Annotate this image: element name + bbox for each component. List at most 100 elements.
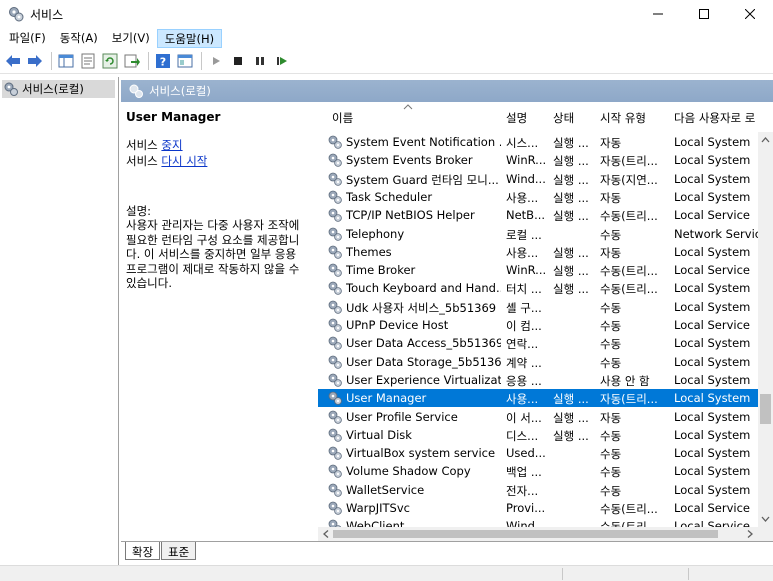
scroll-left-icon[interactable]	[320, 527, 332, 541]
service-startup-cell: 자동(지연...	[600, 172, 658, 187]
service-startup-cell: 수동	[600, 227, 622, 242]
export-list-button[interactable]	[122, 51, 142, 71]
status-separator	[562, 568, 563, 580]
service-logon-cell: Local System	[674, 171, 751, 186]
start-service-button[interactable]	[206, 51, 226, 71]
scroll-down-icon[interactable]	[758, 513, 773, 525]
play-icon	[213, 56, 220, 65]
column-header-status[interactable]: 상태	[553, 110, 574, 126]
service-row[interactable]: User Profile Service 이 서... 실행 ... 자동 Local …	[318, 408, 758, 426]
vertical-scroll-thumb[interactable]	[760, 394, 771, 424]
restart-icon	[277, 56, 287, 65]
toolbar: ?	[0, 48, 773, 74]
service-status-cell: 실행 ...	[553, 282, 589, 297]
services-gear-icon	[129, 84, 143, 98]
service-name-cell: User Data Storage_5b51369	[346, 354, 501, 369]
service-row[interactable]: Virtual Disk 디스... 실행 ... 수동 Local System	[318, 426, 758, 444]
column-header-description[interactable]: 설명	[506, 110, 527, 126]
service-gear-icon	[328, 172, 342, 186]
service-row[interactable]: System Events Broker WinR... 실행 ... 자동(트리..…	[318, 151, 758, 169]
service-row[interactable]: Time Broker WinR... 실행 ... 수동(트리... Local Se…	[318, 261, 758, 279]
scroll-up-icon[interactable]	[758, 134, 773, 146]
stop-icon	[234, 56, 242, 65]
menu-file[interactable]: 파일(F)	[2, 29, 53, 48]
scroll-right-icon[interactable]	[744, 527, 756, 541]
stop-service-link[interactable]: 중지	[161, 138, 182, 152]
pause-service-button[interactable]	[250, 51, 270, 71]
service-row[interactable]: User Manager 사용... 실행 ... 자동(트리... Local Sys…	[318, 389, 758, 408]
service-gear-icon	[328, 501, 342, 515]
service-status-cell: 실행 ...	[553, 209, 589, 224]
menu-help[interactable]: 도움말(H)	[156, 28, 223, 48]
service-row[interactable]: WarpJITSvc Provi... 수동(트리... Local Service	[318, 499, 758, 517]
service-row[interactable]: VirtualBox system service Used... 수동 Local …	[318, 444, 758, 462]
svg-text:?: ?	[160, 55, 166, 68]
refresh-button[interactable]	[100, 51, 120, 71]
service-name-cell: System Event Notification ...	[346, 135, 501, 149]
service-startup-cell: 자동	[600, 410, 622, 425]
service-name-cell: User Profile Service	[346, 409, 458, 424]
restart-service-link[interactable]: 다시 시작	[161, 154, 207, 168]
service-row[interactable]: UPnP Device Host 이 컴... 수동 Local Service	[318, 316, 758, 334]
service-row[interactable]: User Data Access_5b51369 연락... 수동 Local Sys…	[318, 334, 758, 352]
service-row[interactable]: User Data Storage_5b51369 계약 ... 수동 Local S…	[318, 353, 758, 371]
pause-icon	[256, 56, 264, 65]
service-startup-cell: 수동	[600, 465, 622, 480]
help-button[interactable]: ?	[153, 51, 173, 71]
service-logon-cell: Local System	[674, 391, 751, 406]
service-row[interactable]: System Guard 런타임 모니... Wind... 실행 ... 자동(지연…	[318, 170, 758, 188]
properties-button[interactable]	[78, 51, 98, 71]
vertical-scrollbar[interactable]	[758, 132, 773, 541]
service-status-cell: 실행 ...	[553, 410, 589, 425]
help-icon: ?	[156, 53, 170, 68]
stop-service-button[interactable]	[228, 51, 248, 71]
column-header-logon[interactable]: 다음 사용자로 로	[674, 110, 758, 126]
column-header-startup-type[interactable]: 시작 유형	[600, 110, 646, 126]
service-name-cell: Touch Keyboard and Hand...	[346, 281, 501, 296]
show-tree-button[interactable]	[56, 51, 76, 71]
close-button[interactable]	[727, 0, 773, 28]
service-row[interactable]: Udk 사용자 서비스_5b51369 셸 구... 수동 Local System	[318, 298, 758, 316]
service-name-cell: UPnP Device Host	[346, 318, 449, 332]
restart-service-line: 서비스 다시 시작	[126, 154, 313, 168]
forward-button[interactable]	[25, 51, 45, 71]
console-view-button[interactable]	[175, 51, 195, 71]
column-header-name[interactable]: 이름	[332, 110, 353, 126]
refresh-icon	[102, 53, 118, 68]
service-logon-cell: Local System	[674, 446, 751, 461]
service-description-cell: 전자...	[506, 483, 539, 498]
service-startup-cell: 수동	[600, 300, 622, 315]
service-logon-cell: Local Service	[674, 501, 750, 515]
service-logon-cell: Local Service	[674, 208, 750, 223]
service-row[interactable]: Task Scheduler 사용... 실행 ... 자동 Local System	[318, 188, 758, 206]
service-description-cell: Used...	[506, 446, 546, 461]
service-row[interactable]: Touch Keyboard and Hand... 터치 ... 실행 ... 수동…	[318, 279, 758, 297]
service-gear-icon	[328, 373, 342, 387]
horizontal-scrollbar[interactable]	[318, 527, 758, 541]
menu-action[interactable]: 동작(A)	[53, 29, 105, 48]
service-row[interactable]: System Event Notification ... 시스... 실행 ...…	[318, 133, 758, 151]
horizontal-scroll-thumb[interactable]	[333, 530, 718, 538]
menu-view[interactable]: 보기(V)	[105, 29, 157, 48]
service-row[interactable]: Themes 사용... 실행 ... 자동 Local System	[318, 243, 758, 261]
service-row[interactable]: TCP/IP NetBIOS Helper NetB... 실행 ... 수동(트리.…	[318, 206, 758, 224]
service-name-cell: System Guard 런타임 모니...	[346, 172, 499, 187]
properties-icon	[81, 53, 95, 68]
tree-item-services-local[interactable]: 서비스(로컬)	[2, 80, 115, 98]
service-row[interactable]: User Experience Virtualizati... 응용 ... 사용 …	[318, 371, 758, 389]
service-logon-cell: Local System	[674, 464, 751, 479]
service-gear-icon	[328, 355, 342, 369]
close-icon	[745, 9, 755, 19]
service-row[interactable]: WalletService 전자... 수동 Local System	[318, 481, 758, 499]
service-name-cell: VirtualBox system service	[346, 446, 496, 461]
tab-extended[interactable]: 확장	[125, 542, 161, 560]
back-button[interactable]	[3, 51, 23, 71]
title-bar: 서비스	[0, 0, 773, 28]
minimize-button[interactable]	[635, 0, 681, 28]
maximize-button[interactable]	[681, 0, 727, 28]
service-row[interactable]: Volume Shadow Copy 백업 ... 수동 Local System	[318, 462, 758, 480]
service-name-cell: Telephony	[346, 226, 405, 241]
service-row[interactable]: Telephony 로컬 ... 수동 Network Service	[318, 225, 758, 243]
restart-service-button[interactable]	[272, 51, 292, 71]
tab-standard[interactable]: 표준	[161, 542, 197, 560]
